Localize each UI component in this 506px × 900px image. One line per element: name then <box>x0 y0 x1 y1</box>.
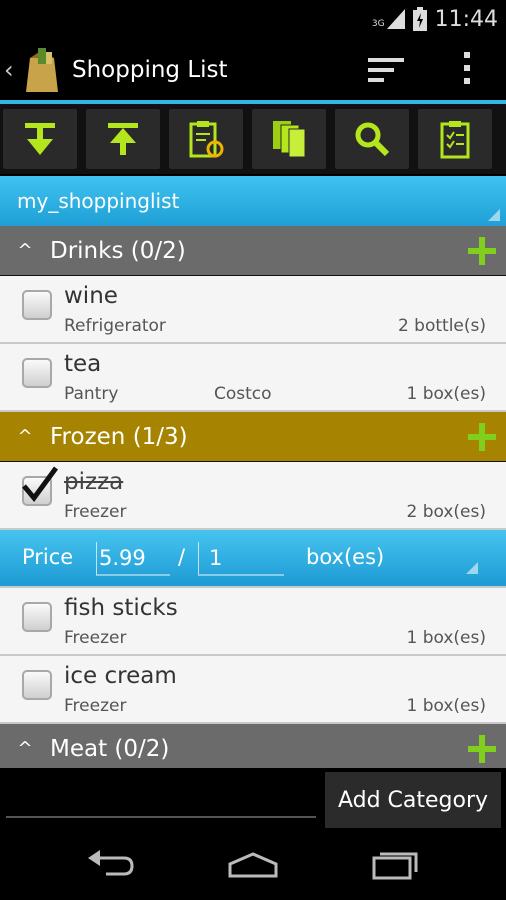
copy-list-button[interactable] <box>252 109 326 169</box>
clipboard-checklist-icon <box>440 121 470 159</box>
item-quantity: 2 bottle(s) <box>397 316 486 336</box>
price-quantity-input[interactable] <box>198 542 284 576</box>
add-item-plus-icon[interactable] <box>468 423 496 451</box>
item-quantity: 1 box(es) <box>406 628 486 648</box>
item-checkbox[interactable] <box>22 290 52 320</box>
item-name: ice cream <box>64 663 177 689</box>
item-name: tea <box>64 351 102 377</box>
action-bar: ‹ Shopping List <box>0 38 506 102</box>
category-title: Drinks (0/2) <box>50 237 186 264</box>
item-checkbox[interactable] <box>22 602 52 632</box>
unit-selector[interactable]: box(es) <box>294 540 482 578</box>
add-item-plus-icon[interactable] <box>468 735 496 763</box>
item-location: Freezer <box>64 502 127 522</box>
item-quantity: 1 box(es) <box>406 384 486 404</box>
category-title: Frozen (1/3) <box>50 423 188 450</box>
status-bar: 3G 11:44 <box>0 0 506 38</box>
item-store: Costco <box>214 384 272 404</box>
unit-value: box(es) <box>306 545 385 569</box>
arrow-down-to-bar-icon <box>25 123 55 155</box>
dropdown-corner-icon <box>488 209 500 221</box>
sync-list-button[interactable] <box>169 109 243 169</box>
app-title: Shopping List <box>72 57 228 83</box>
nav-recents-button[interactable] <box>365 845 425 885</box>
shopping-list: ^ Drinks (0/2) wine Refrigerator 2 bottl… <box>0 226 506 774</box>
nav-back-button[interactable] <box>81 845 141 885</box>
item-location: Pantry <box>64 384 119 404</box>
category-header-meat[interactable]: ^ Meat (0/2) <box>0 724 506 774</box>
list-item[interactable]: wine Refrigerator 2 bottle(s) <box>0 276 506 344</box>
selected-list-name: my_shoppinglist <box>17 189 180 213</box>
item-checkbox[interactable] <box>22 670 52 700</box>
move-up-button[interactable] <box>86 109 160 169</box>
toolbar <box>0 104 506 174</box>
clipboard-sync-icon <box>189 121 224 158</box>
home-icon <box>228 852 278 878</box>
shopping-list-selector[interactable]: my_shoppinglist <box>0 176 506 226</box>
search-button[interactable] <box>335 109 409 169</box>
network-type: 3G <box>371 19 385 29</box>
item-checkbox[interactable] <box>22 358 52 388</box>
price-label: Price <box>22 545 74 569</box>
price-input[interactable] <box>96 542 170 576</box>
item-name: fish sticks <box>64 595 178 621</box>
recent-apps-icon <box>372 852 418 880</box>
collapse-chevron-icon[interactable]: ^ <box>0 240 50 261</box>
battery-icon <box>412 7 427 31</box>
list-item[interactable]: ice cream Freezer 1 box(es) <box>0 656 506 724</box>
item-quantity: 1 box(es) <box>406 696 486 716</box>
overflow-menu-icon[interactable] <box>458 48 476 88</box>
category-name-input[interactable] <box>6 782 316 818</box>
nav-home-button[interactable] <box>223 845 283 885</box>
add-item-plus-icon[interactable] <box>468 237 496 265</box>
price-separator: / <box>178 545 186 569</box>
up-chevron-icon[interactable]: ‹ <box>4 56 18 84</box>
item-name: wine <box>64 283 118 309</box>
copy-pages-icon <box>273 121 306 158</box>
arrow-up-to-bar-icon <box>108 123 138 155</box>
collapse-chevron-icon[interactable]: ^ <box>0 738 50 759</box>
signal-icon <box>386 9 405 29</box>
list-item[interactable]: tea Pantry Costco 1 box(es) <box>0 344 506 412</box>
category-title: Meat (0/2) <box>50 735 170 762</box>
list-item[interactable]: fish sticks Freezer 1 box(es) <box>0 588 506 656</box>
item-location: Freezer <box>64 696 127 716</box>
dropdown-corner-icon <box>466 562 478 574</box>
system-nav-bar <box>0 830 506 900</box>
signal-indicator: 3G <box>372 9 405 29</box>
item-location: Freezer <box>64 628 127 648</box>
list-item[interactable]: pizza Freezer 2 box(es) <box>0 462 506 530</box>
add-category-button[interactable]: Add Category <box>325 772 501 828</box>
sort-icon[interactable] <box>366 52 406 86</box>
item-quantity: 2 box(es) <box>406 502 486 522</box>
checklist-button[interactable] <box>418 109 492 169</box>
price-editor: Price / box(es) <box>0 530 506 588</box>
move-down-button[interactable] <box>3 109 77 169</box>
search-icon <box>355 122 390 157</box>
category-header-drinks[interactable]: ^ Drinks (0/2) <box>0 226 506 276</box>
add-category-bar: Add Category <box>0 768 506 830</box>
app-bag-icon[interactable] <box>24 48 60 92</box>
item-location: Refrigerator <box>64 316 166 336</box>
back-arrow-icon <box>88 850 134 876</box>
checkmark-icon <box>22 466 59 503</box>
category-header-frozen[interactable]: ^ Frozen (1/3) <box>0 412 506 462</box>
item-name: pizza <box>64 469 124 495</box>
collapse-chevron-icon[interactable]: ^ <box>0 426 50 447</box>
clock: 11:44 <box>434 6 498 32</box>
